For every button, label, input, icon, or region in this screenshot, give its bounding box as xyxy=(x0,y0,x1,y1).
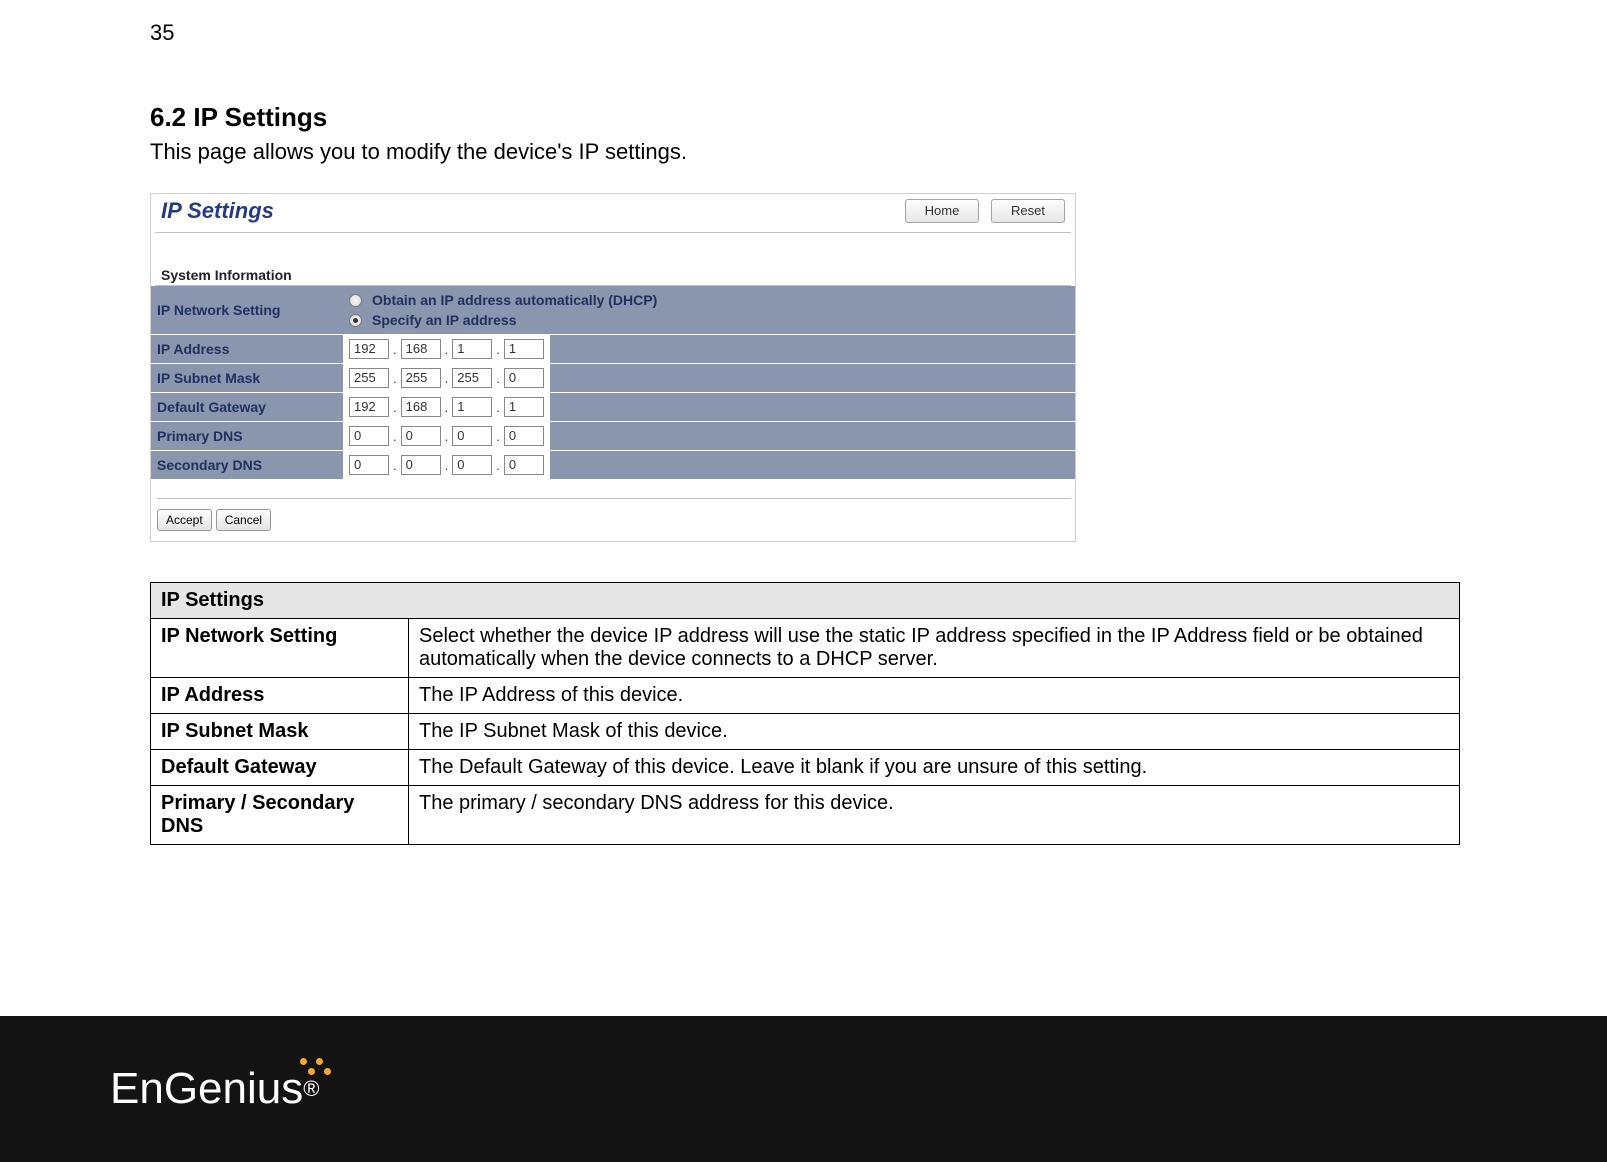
subnet-mask-label: IP Subnet Mask xyxy=(151,364,343,393)
gateway-octet-1[interactable]: 192 xyxy=(349,397,389,417)
logo-signal-icon xyxy=(300,1058,307,1065)
pdns-octet-3[interactable]: 0 xyxy=(452,426,492,446)
section-heading: 6.2 IP Settings xyxy=(150,102,1457,133)
table-row: Default GatewayThe Default Gateway of th… xyxy=(151,750,1460,786)
ip-settings-panel: IP Settings Home Reset System Informatio… xyxy=(150,193,1076,542)
pdns-octet-4[interactable]: 0 xyxy=(504,426,544,446)
gateway-octet-4[interactable]: 1 xyxy=(504,397,544,417)
panel-title: IP Settings xyxy=(155,198,274,224)
ip-address-octet-3[interactable]: 1 xyxy=(452,339,492,359)
desc-table-header: IP Settings xyxy=(151,583,1460,619)
pdns-octet-1[interactable]: 0 xyxy=(349,426,389,446)
pdns-octet-2[interactable]: 0 xyxy=(401,426,441,446)
gateway-octet-2[interactable]: 168 xyxy=(401,397,441,417)
sdns-octet-2[interactable]: 0 xyxy=(401,455,441,475)
logo-text: EnGenius xyxy=(110,1064,303,1114)
cancel-button[interactable]: Cancel xyxy=(216,509,271,531)
primary-dns-label: Primary DNS xyxy=(151,422,343,451)
engenius-logo: EnGenius® xyxy=(110,1064,319,1114)
sdns-octet-3[interactable]: 0 xyxy=(452,455,492,475)
gateway-octet-3[interactable]: 1 xyxy=(452,397,492,417)
radio-dhcp[interactable] xyxy=(349,294,362,307)
default-gateway-label: Default Gateway xyxy=(151,393,343,422)
table-row: IP Subnet MaskThe IP Subnet Mask of this… xyxy=(151,714,1460,750)
table-row: IP AddressThe IP Address of this device. xyxy=(151,678,1460,714)
page-number: 35 xyxy=(150,20,1457,46)
subnet-octet-3[interactable]: 255 xyxy=(452,368,492,388)
ip-network-setting-label: IP Network Setting xyxy=(151,286,343,335)
registered-icon: ® xyxy=(303,1076,319,1102)
radio-static[interactable] xyxy=(349,314,362,327)
ip-address-octet-4[interactable]: 1 xyxy=(504,339,544,359)
sdns-octet-4[interactable]: 0 xyxy=(504,455,544,475)
subnet-octet-2[interactable]: 255 xyxy=(401,368,441,388)
radio-static-label: Specify an IP address xyxy=(372,312,516,328)
intro-text: This page allows you to modify the devic… xyxy=(150,139,1457,165)
table-row: IP Network SettingSelect whether the dev… xyxy=(151,619,1460,678)
ip-address-octet-1[interactable]: 192 xyxy=(349,339,389,359)
description-table: IP Settings IP Network SettingSelect whe… xyxy=(150,582,1460,845)
secondary-dns-label: Secondary DNS xyxy=(151,451,343,480)
ip-address-octet-2[interactable]: 168 xyxy=(401,339,441,359)
ip-address-label: IP Address xyxy=(151,335,343,364)
sdns-octet-1[interactable]: 0 xyxy=(349,455,389,475)
subnet-octet-4[interactable]: 0 xyxy=(504,368,544,388)
reset-button[interactable]: Reset xyxy=(991,199,1065,223)
subnet-octet-1[interactable]: 255 xyxy=(349,368,389,388)
system-information-label: System Information xyxy=(155,233,1071,286)
home-button[interactable]: Home xyxy=(905,199,979,223)
table-row: Primary / Secondary DNSThe primary / sec… xyxy=(151,786,1460,845)
radio-dhcp-label: Obtain an IP address automatically (DHCP… xyxy=(372,292,657,308)
footer: EnGenius® xyxy=(0,1016,1607,1162)
accept-button[interactable]: Accept xyxy=(157,509,212,531)
